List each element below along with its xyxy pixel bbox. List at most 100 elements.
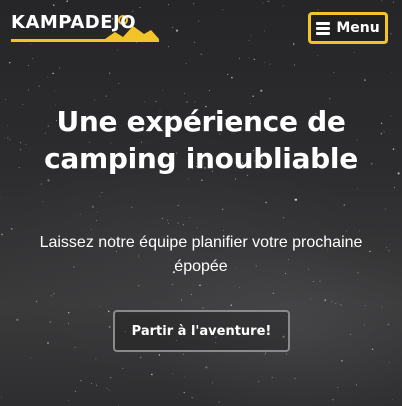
star [252, 95, 254, 97]
star [392, 148, 395, 150]
star [11, 228, 13, 230]
star [131, 206, 133, 208]
star [35, 300, 38, 303]
star [231, 77, 233, 79]
star [140, 356, 142, 359]
star [168, 222, 169, 224]
hero-subtitle: Laissez notre équipe planifier votre pro… [39, 234, 363, 275]
star [177, 222, 179, 224]
star [171, 283, 174, 286]
star [340, 304, 342, 306]
star [238, 287, 240, 288]
star [75, 390, 77, 392]
star [350, 333, 352, 335]
star [97, 211, 99, 213]
star [177, 205, 179, 207]
star [118, 82, 120, 84]
star [341, 360, 343, 362]
star [294, 64, 296, 66]
star [68, 312, 70, 314]
star [390, 115, 392, 117]
star [109, 326, 111, 328]
star [106, 387, 108, 389]
star [293, 199, 295, 201]
star [235, 178, 236, 180]
star [110, 377, 112, 379]
star [238, 57, 240, 59]
star [38, 85, 40, 87]
star [386, 246, 388, 248]
brand-logo[interactable]: KAMPADEJO [11, 8, 161, 48]
star [27, 65, 29, 67]
star [182, 224, 185, 226]
star [79, 213, 81, 215]
star [272, 292, 274, 294]
star [28, 89, 30, 91]
star [365, 305, 366, 307]
star [183, 391, 185, 394]
star [205, 366, 208, 369]
star [381, 306, 383, 308]
star [158, 354, 161, 356]
star [260, 89, 263, 92]
star [40, 183, 43, 185]
adventure-cta-button[interactable]: Partir à l'aventure! [113, 310, 290, 352]
star [209, 90, 211, 92]
star [282, 217, 284, 219]
star [264, 352, 266, 354]
star [47, 76, 49, 78]
star [263, 354, 265, 356]
star [222, 208, 224, 210]
star [99, 195, 101, 197]
star [319, 280, 321, 282]
navbar: KAMPADEJO Menu [0, 0, 402, 56]
hamburger-icon [316, 21, 331, 35]
star [331, 301, 333, 303]
star [253, 58, 255, 61]
star [201, 179, 203, 181]
star [371, 348, 374, 350]
star [184, 376, 186, 378]
star [383, 131, 385, 133]
star [294, 198, 298, 201]
star [53, 293, 55, 295]
star [211, 382, 213, 384]
star [363, 324, 365, 326]
star [172, 373, 174, 375]
star [191, 396, 193, 399]
star [393, 187, 395, 189]
star [108, 389, 110, 391]
star [47, 342, 49, 344]
star [101, 192, 103, 193]
cta-label: Partir à l'aventure! [131, 323, 272, 339]
star [49, 321, 51, 323]
star [364, 79, 366, 81]
star [95, 358, 97, 360]
star [74, 346, 76, 348]
star [93, 99, 95, 101]
star [385, 208, 387, 210]
star [184, 92, 185, 94]
star [122, 368, 124, 369]
star [162, 90, 164, 92]
star [155, 100, 157, 102]
star [167, 219, 169, 221]
star [392, 398, 394, 400]
star [329, 98, 331, 100]
star [313, 280, 315, 282]
star [0, 197, 1, 199]
star [52, 72, 54, 75]
star [7, 125, 9, 127]
star [182, 353, 184, 355]
menu-button[interactable]: Menu [308, 12, 388, 44]
star [357, 188, 359, 190]
star [7, 137, 9, 139]
hero-section: KAMPADEJO Menu Une expérience de camping… [0, 0, 402, 406]
star [1, 396, 2, 398]
star [47, 179, 50, 182]
star [80, 380, 82, 381]
star [271, 376, 273, 378]
star [9, 139, 11, 141]
star [185, 63, 187, 65]
star [230, 304, 232, 306]
